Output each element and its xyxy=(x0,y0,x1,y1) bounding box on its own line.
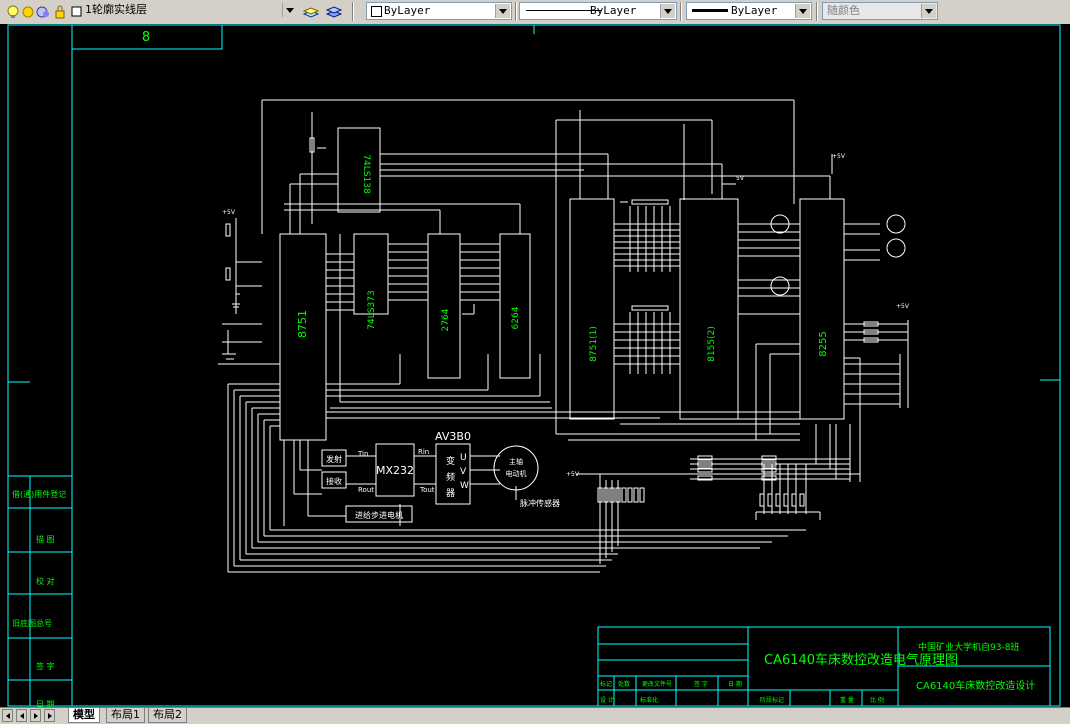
previous-tab-button[interactable] xyxy=(16,709,27,722)
drawing-frame xyxy=(7,24,1061,707)
title-row1-date: 日 期 xyxy=(728,680,742,688)
pin-tout: Tout xyxy=(419,486,435,494)
chevron-down-icon[interactable] xyxy=(495,4,510,18)
properties-toolbar: 1轮廓实线层 ByLayer ByLayer ByLayer 随颜色 xyxy=(0,0,1070,25)
title-row2-scale: 比 例 xyxy=(870,696,884,704)
lineweight-control-dropdown[interactable]: ByLayer xyxy=(686,2,812,20)
schematic-labels: 8 8751 74LS138 74LS373 2764 6264 8751(1)… xyxy=(142,30,910,520)
motor-label-1: 主轴 xyxy=(509,457,523,466)
chip-8751-1-label: 8751(1) xyxy=(589,326,599,362)
linetype-control-dropdown[interactable]: ByLayer xyxy=(519,2,677,20)
layer-on-bulb-icon[interactable] xyxy=(6,4,20,18)
title-row2-stage: 阶段标记 xyxy=(760,696,784,704)
title-row1-sign: 签 字 xyxy=(694,680,708,688)
schematic-drawing: 8 8751 74LS138 74LS373 2764 6264 8751(1)… xyxy=(7,24,1061,707)
chip-8751-label: 8751 xyxy=(296,310,309,338)
color-control-value: ByLayer xyxy=(384,4,431,17)
toolbar-separator xyxy=(352,2,354,21)
tab-layout2[interactable]: 布局2 xyxy=(148,708,187,723)
title-row1-change-no: 更改文件号 xyxy=(642,680,672,688)
pin-tin: Tin xyxy=(357,450,368,458)
pin-rin: Rin xyxy=(418,448,429,456)
chevron-down-icon[interactable] xyxy=(921,4,936,18)
plotstyle-control-dropdown[interactable]: 随颜色 xyxy=(822,2,938,20)
linetype-control-value: ByLayer xyxy=(590,4,637,17)
top-box-label: 8 xyxy=(142,30,150,45)
tab-layout1[interactable]: 布局1 xyxy=(106,708,145,723)
left-label-4: 旧底图总号 xyxy=(12,618,52,628)
left-label-3: 校 对 xyxy=(36,576,55,586)
title-row2-weight: 重 量 xyxy=(840,696,854,704)
wiring xyxy=(218,99,909,573)
tab-model[interactable]: 模型 xyxy=(68,708,100,723)
title-row1-mark: 标记 xyxy=(600,680,612,688)
design-title: CA6140车床数控改造设计 xyxy=(916,679,1035,692)
title-row1-count: 处数 xyxy=(618,680,630,688)
motor-label-2: 电动机 xyxy=(506,469,527,478)
chip-av3b0-label: AV3B0 xyxy=(435,430,471,443)
school-name: 中国矿业大学机自93-8班 xyxy=(918,641,1019,653)
toolbar-separator xyxy=(816,2,818,21)
layer-dropdown[interactable]: 1轮廓实线层 xyxy=(84,2,298,20)
converter-char-3: 器 xyxy=(446,488,455,499)
layer-name: 1轮廓实线层 xyxy=(85,3,147,16)
left-label-1: 借(通)用件登记 xyxy=(12,489,66,499)
vcc-label-4: +5V xyxy=(896,303,910,310)
feed-box-label: 进给步进电机 xyxy=(355,510,403,520)
converter-out-u: U xyxy=(460,453,467,463)
layer-freeze-sun-icon[interactable] xyxy=(21,4,35,18)
chip-6264-label: 6264 xyxy=(511,306,521,329)
left-label-6: 日 期 xyxy=(36,700,55,707)
layer-lock-icon[interactable] xyxy=(53,4,67,19)
vcc-label: +5V xyxy=(222,209,236,216)
chip-74ls373-label: 74LS373 xyxy=(367,290,377,329)
converter-out-v: V xyxy=(460,467,467,477)
layer-viewport-freeze-icon[interactable] xyxy=(36,4,50,18)
tx-box-label: 发射 xyxy=(326,454,342,464)
lineweight-preview-line xyxy=(692,9,728,12)
chevron-down-icon[interactable] xyxy=(795,4,810,18)
title-row2-standard: 标准化 xyxy=(640,696,658,704)
make-object-layer-current-icon[interactable] xyxy=(302,4,320,18)
vcc-label-3: +5V xyxy=(832,153,846,160)
title-block-text: CA6140车床数控改造电气原理图 中国矿业大学机自93-8班 CA6140车床… xyxy=(600,641,1035,704)
chip-8155-label: 8155(2) xyxy=(707,326,717,362)
toolbar-separator xyxy=(680,2,682,21)
layout-tab-bar: 模型 布局1 布局2 xyxy=(0,707,1070,724)
chevron-down-icon[interactable] xyxy=(660,4,675,18)
first-tab-button[interactable] xyxy=(2,709,13,722)
project-title: CA6140车床数控改造电气原理图 xyxy=(764,652,958,668)
layer-color-square-icon xyxy=(70,4,84,18)
plotstyle-control-value: 随颜色 xyxy=(827,4,860,17)
chip-2764-label: 2764 xyxy=(441,308,451,331)
toolbar-separator xyxy=(515,2,517,21)
converter-out-w: W xyxy=(460,481,469,491)
left-label-5: 签 字 xyxy=(36,661,55,671)
rx-box-label: 接收 xyxy=(326,476,342,486)
pin-rout: Rout xyxy=(358,486,374,494)
color-swatch xyxy=(371,6,382,17)
lineweight-control-value: ByLayer xyxy=(731,4,778,17)
drawing-canvas[interactable]: 8 8751 74LS138 74LS373 2764 6264 8751(1)… xyxy=(0,24,1070,707)
converter-char-2: 频 xyxy=(446,471,455,483)
last-tab-button[interactable] xyxy=(44,709,55,722)
vcc-label-2: +5V xyxy=(566,471,580,478)
vcc-label-5: 5V xyxy=(736,175,745,182)
layer-previous-icon[interactable] xyxy=(325,4,343,18)
left-label-2: 描 图 xyxy=(36,534,55,544)
color-control-dropdown[interactable]: ByLayer xyxy=(366,2,512,20)
left-column-labels: 借(通)用件登记 描 图 校 对 旧底图总号 签 字 日 期 xyxy=(12,489,66,707)
next-tab-button[interactable] xyxy=(30,709,41,722)
converter-char-1: 变 xyxy=(446,455,455,467)
chip-mx232-label: MX232 xyxy=(376,464,414,477)
chevron-down-icon[interactable] xyxy=(282,3,297,17)
chip-8255-label: 8255 xyxy=(818,331,829,356)
title-row2-design: 设 计 xyxy=(600,696,614,704)
chip-74ls138-label: 74LS138 xyxy=(361,154,371,194)
encoder-label: 脉冲传感器 xyxy=(520,498,560,508)
